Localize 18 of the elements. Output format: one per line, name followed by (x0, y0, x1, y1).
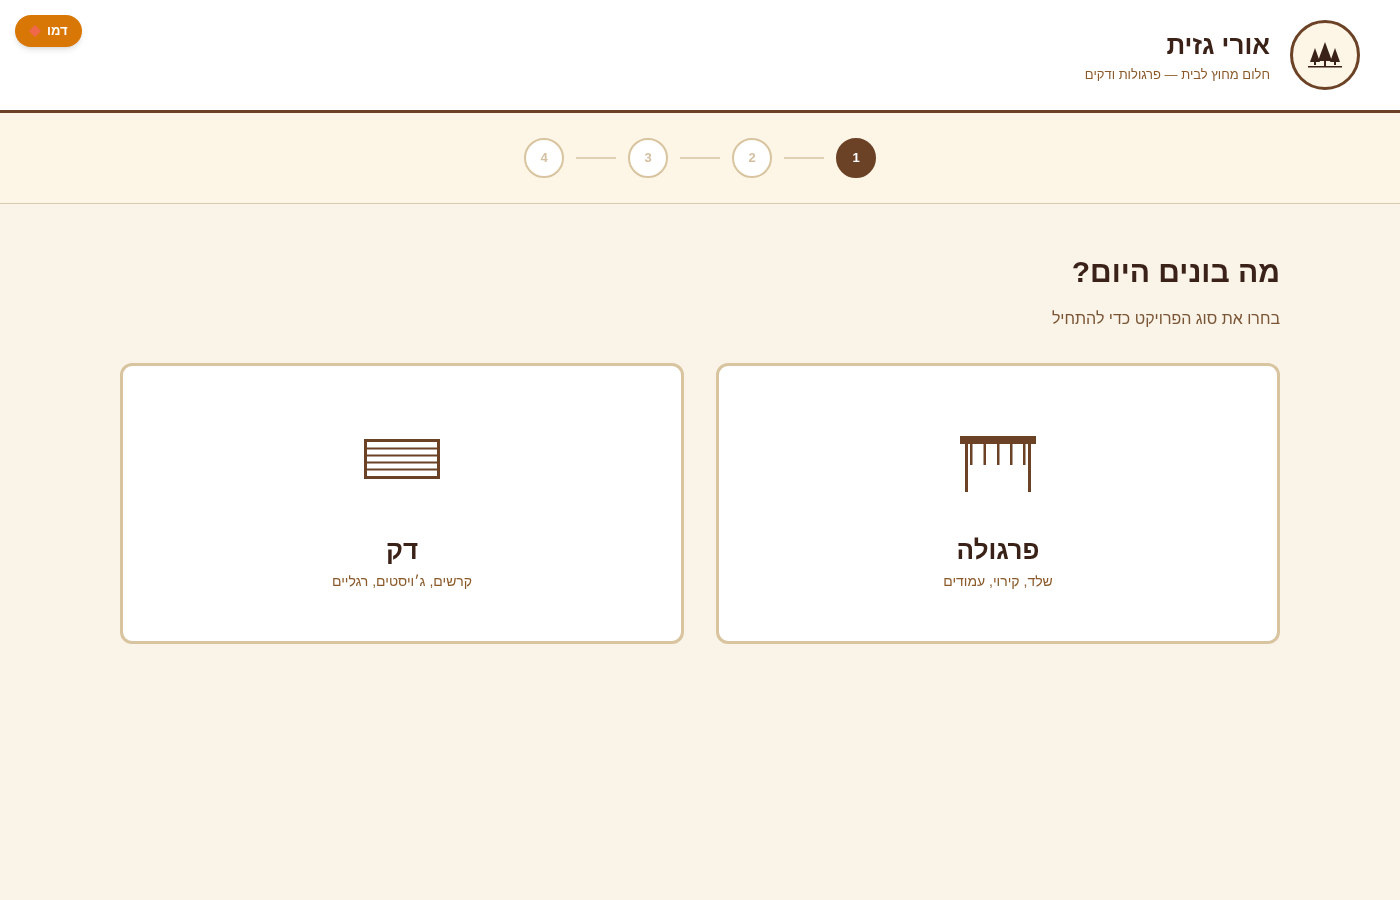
card-description: שלד, קירוי, עמודים (943, 572, 1053, 591)
diamond-icon (29, 25, 41, 37)
project-type-card[interactable]: דק קרשים, ג׳ויסטים, רגליים (120, 363, 684, 644)
deck-planks-icon (364, 439, 440, 479)
page-heading: מה בונים היום? (1070, 254, 1280, 290)
card-description: קרשים, ג׳ויסטים, רגליים (331, 572, 473, 591)
step-indicator: 3 (628, 138, 668, 178)
demo-label: דמו (47, 22, 68, 41)
step-indicator: 1 (836, 138, 876, 178)
project-type-card[interactable]: פרגולה שלד, קירוי, עמודים (716, 363, 1280, 644)
page-subheading: בחרו את סוג הפרויקט כדי להתחיל (1050, 309, 1280, 329)
site-tagline: חלום מחוץ לבית — פרגולות ודקים (1084, 65, 1270, 84)
site-title: אורי גזית (1166, 28, 1270, 61)
step-indicator: 4 (524, 138, 564, 178)
step-indicator: 2 (732, 138, 772, 178)
card-title: דק (385, 534, 419, 566)
card-title: פרגולה (956, 534, 1040, 566)
pergola-icon (960, 436, 1036, 493)
